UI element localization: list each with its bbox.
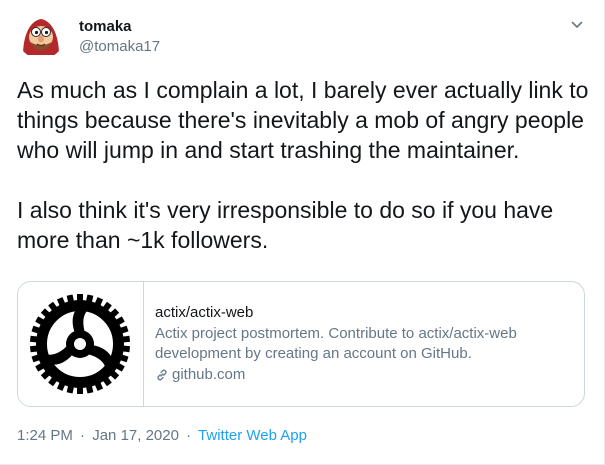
meta-separator: · xyxy=(186,427,192,444)
avatar-image xyxy=(17,11,65,59)
card-thumbnail xyxy=(18,282,144,406)
link-icon xyxy=(155,368,169,382)
tweet-date[interactable]: Jan 17, 2020 xyxy=(92,427,179,444)
chevron-down-icon[interactable] xyxy=(570,18,584,32)
tweet-meta: 1:24 PM · Jan 17, 2020 · Twitter Web App xyxy=(17,427,307,445)
author-name[interactable]: tomaka xyxy=(79,18,132,36)
card-domain: github.com xyxy=(155,366,245,384)
avatar[interactable] xyxy=(17,11,65,59)
card-title: actix/actix-web xyxy=(155,304,254,321)
card-domain-text: github.com xyxy=(172,366,246,383)
meta-separator: · xyxy=(80,427,86,444)
author-handle[interactable]: @tomaka17 xyxy=(79,38,160,56)
tweet-source-link[interactable]: Twitter Web App xyxy=(198,427,307,444)
tweet-text: As much as I complain a lot, I barely ev… xyxy=(17,77,589,253)
gear-logo-icon xyxy=(29,294,131,394)
tweet-time[interactable]: 1:24 PM xyxy=(17,427,73,444)
link-card[interactable]: actix/actix-web Actix project postmortem… xyxy=(17,281,585,407)
tweet-container: tomaka @tomaka17 As much as I complain a… xyxy=(0,0,605,465)
card-description: Actix project postmortem. Contribute to … xyxy=(155,325,517,362)
